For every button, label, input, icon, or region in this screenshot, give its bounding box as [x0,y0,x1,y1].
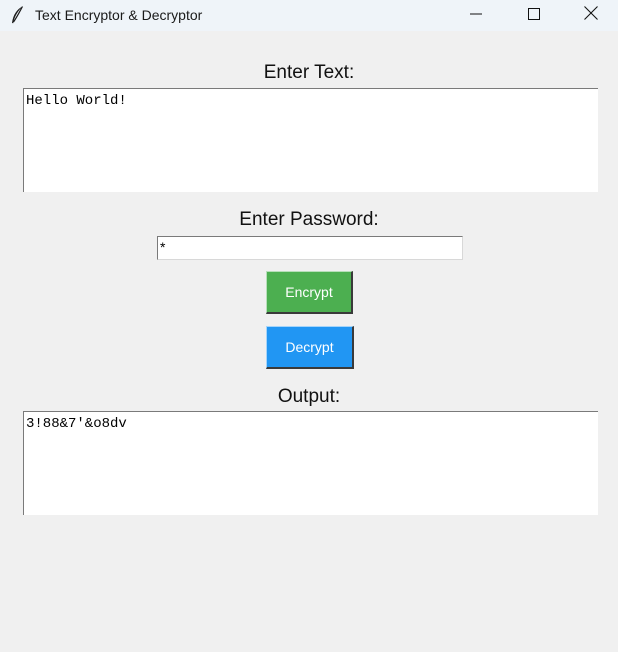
minimize-icon [470,7,482,25]
close-icon [583,6,598,25]
password-field[interactable]: * [157,236,463,260]
encrypt-button[interactable]: Encrypt [266,271,353,314]
output-text-area[interactable]: 3!88&7'&o8dv [23,411,598,515]
close-button[interactable] [563,0,618,31]
enter-text-label: Enter Text: [263,62,355,83]
feather-icon [9,5,25,25]
app-window: Text Encryptor & Decryptor Enter Text: H… [0,0,618,652]
window-title: Text Encryptor & Decryptor [35,7,203,23]
maximize-button[interactable] [505,0,563,31]
title-bar[interactable]: Text Encryptor & Decryptor [0,0,618,31]
decrypt-button[interactable]: Decrypt [266,326,354,369]
maximize-icon [528,7,540,25]
input-text-area[interactable]: Hello World! [23,88,598,192]
output-label: Output: [277,386,341,407]
minimize-button[interactable] [447,0,505,31]
enter-password-label: Enter Password: [239,209,379,230]
